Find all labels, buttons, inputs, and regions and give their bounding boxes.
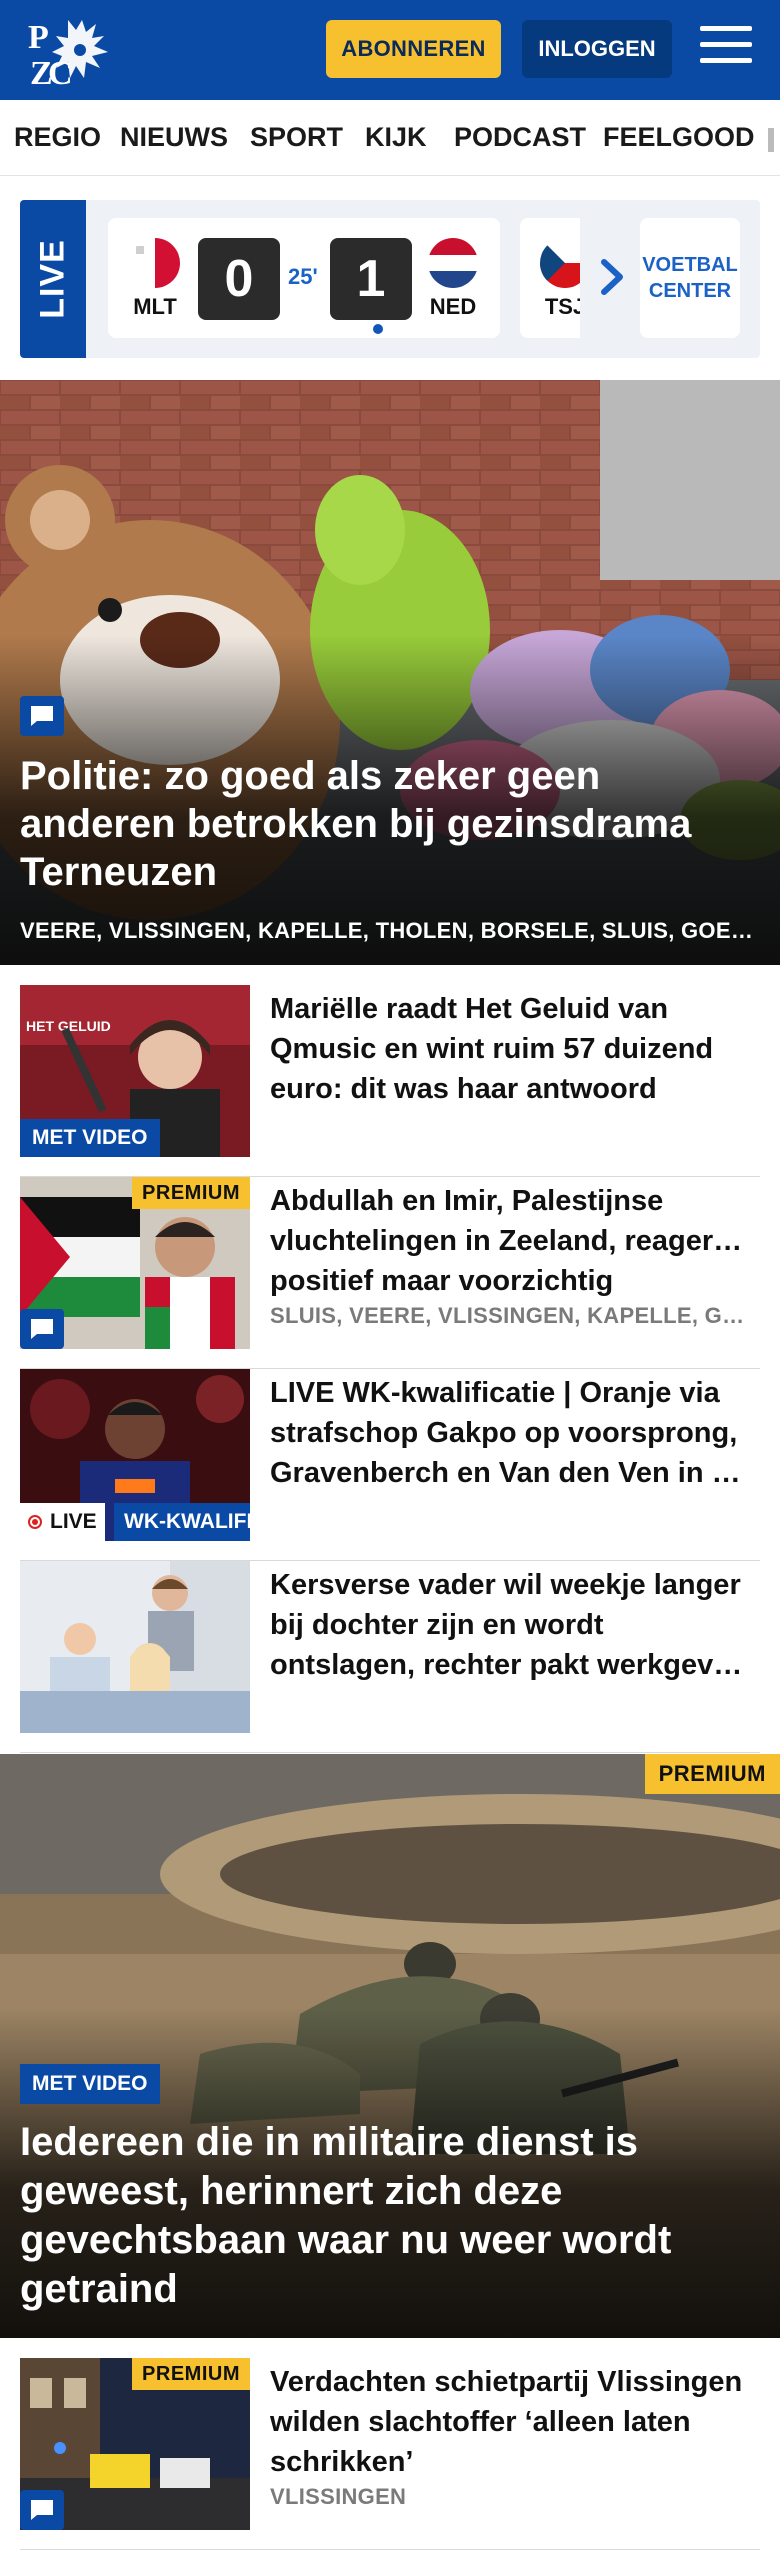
article-title-5[interactable]: Verdachten schietpartij Vlissingen wilde…	[270, 2362, 750, 2482]
article-item-5[interactable]: PREMIUM Verdachten schietpartij Vlissing…	[20, 2358, 760, 2550]
section-nav: REGIO NIEUWS SPORT KIJK PODCAST FEELGOOD	[0, 100, 780, 176]
nav-item-feelgood[interactable]: FEELGOOD	[603, 122, 755, 153]
nav-overflow-indicator	[768, 128, 774, 152]
live-tab: LIVE	[20, 200, 86, 358]
article-tags-5: VLISSINGEN	[270, 2484, 407, 2509]
netherlands-flag-icon	[428, 238, 478, 288]
article-title-2[interactable]: Abdullah en Imir, Palestijnse vluchtelin…	[270, 1181, 750, 1301]
live-scores-widget: LIVE MLT 0 25' 1 NED TSJ VOETBAL CENTER	[20, 200, 760, 358]
home-team-code: MLT	[133, 294, 177, 319]
article-title-3[interactable]: LIVE WK-kwalificatie | Oranje via strafs…	[270, 1373, 750, 1493]
hero-article[interactable]: Politie: zo goed als zeker geen anderen …	[0, 380, 780, 965]
comment-icon	[20, 696, 64, 736]
hamburger-menu-icon[interactable]	[700, 26, 752, 72]
chevron-right-icon[interactable]	[592, 252, 632, 302]
met-video-badge: MET VIDEO	[20, 2064, 160, 2104]
match-minute: 25'	[288, 264, 318, 289]
hero2-title[interactable]: Iedereen die in militaire dienst is gewe…	[20, 2118, 760, 2314]
article-title-1[interactable]: Mariëlle raadt Het Geluid van Qmusic en …	[270, 989, 750, 1109]
home-score: 0	[198, 238, 280, 320]
premium-badge: PREMIUM	[132, 1177, 250, 1209]
article-item-1[interactable]: HET GELUID MET VIDEO Mariëlle raadt Het …	[20, 985, 760, 1177]
hero-title[interactable]: Politie: zo goed als zeker geen anderen …	[20, 752, 750, 896]
login-button[interactable]: INLOGGEN	[522, 20, 672, 78]
nav-item-podcast[interactable]: PODCAST	[454, 122, 586, 153]
hero-article-2[interactable]: PREMIUM MET VIDEO Iedereen die in milita…	[0, 1754, 780, 2338]
article-title-4[interactable]: Kersverse vader wil weekje langer bij do…	[270, 1565, 750, 1685]
czech-flag-icon	[540, 238, 580, 288]
article-thumbnail-1: HET GELUID MET VIDEO	[20, 985, 250, 1157]
logo-letter-p: P	[28, 19, 49, 56]
subscribe-button[interactable]: ABONNEREN	[326, 20, 501, 78]
article-item-3[interactable]: LIVE WK-KWALIFICATIE LIVE WK-kwalificati…	[20, 1369, 760, 1561]
category-badge: WK-KWALIFICATIE	[114, 1503, 250, 1541]
article-item-2[interactable]: PREMIUM Abdullah en Imir, Palestijnse vl…	[20, 1177, 760, 1369]
article-thumbnail-3: LIVE WK-KWALIFICATIE	[20, 1369, 250, 1541]
goal-indicator-dot	[371, 322, 385, 336]
nav-item-regio[interactable]: REGIO	[14, 122, 101, 153]
premium-badge: PREMIUM	[644, 1754, 780, 1794]
away-score: 1	[330, 238, 412, 320]
pzc-logo[interactable]: P Z C	[26, 12, 116, 92]
voetbal-center-link[interactable]: VOETBAL CENTER	[640, 218, 740, 338]
article-thumbnail-5: PREMIUM	[20, 2358, 250, 2530]
match-card-mlt-ned[interactable]: MLT 0 25' 1 NED	[108, 218, 500, 338]
met-video-badge: MET VIDEO	[20, 1119, 160, 1157]
match-card-next[interactable]: TSJ	[520, 218, 580, 338]
article-tags-2: SLUIS, VEERE, VLISSINGEN, KAPELLE, GOES	[270, 1303, 750, 1328]
next-team-code: TSJ	[544, 294, 580, 319]
away-team-code: NED	[429, 294, 477, 319]
premium-badge: PREMIUM	[132, 2358, 250, 2390]
hero-tags: VEERE, VLISSINGEN, KAPELLE, THOLEN, BORS…	[20, 918, 760, 943]
live-dot-icon	[28, 1515, 42, 1529]
nav-item-kijk[interactable]: KIJK	[365, 122, 427, 153]
live-badge: LIVE	[20, 1503, 105, 1541]
site-header: P Z C ABONNEREN INLOGGEN	[0, 0, 780, 100]
article-thumbnail-2: PREMIUM	[20, 1177, 250, 1349]
nav-item-sport[interactable]: SPORT	[250, 122, 343, 153]
vc-line-2: CENTER	[648, 280, 732, 302]
article-thumbnail-4	[20, 1561, 250, 1733]
comment-icon	[20, 1309, 64, 1349]
comment-icon	[20, 2490, 64, 2530]
nav-item-nieuws[interactable]: NIEUWS	[120, 122, 228, 153]
malta-flag-icon	[130, 238, 180, 288]
article-item-4[interactable]: Kersverse vader wil weekje langer bij do…	[20, 1561, 760, 1753]
vc-line-1: VOETBAL	[642, 254, 738, 276]
